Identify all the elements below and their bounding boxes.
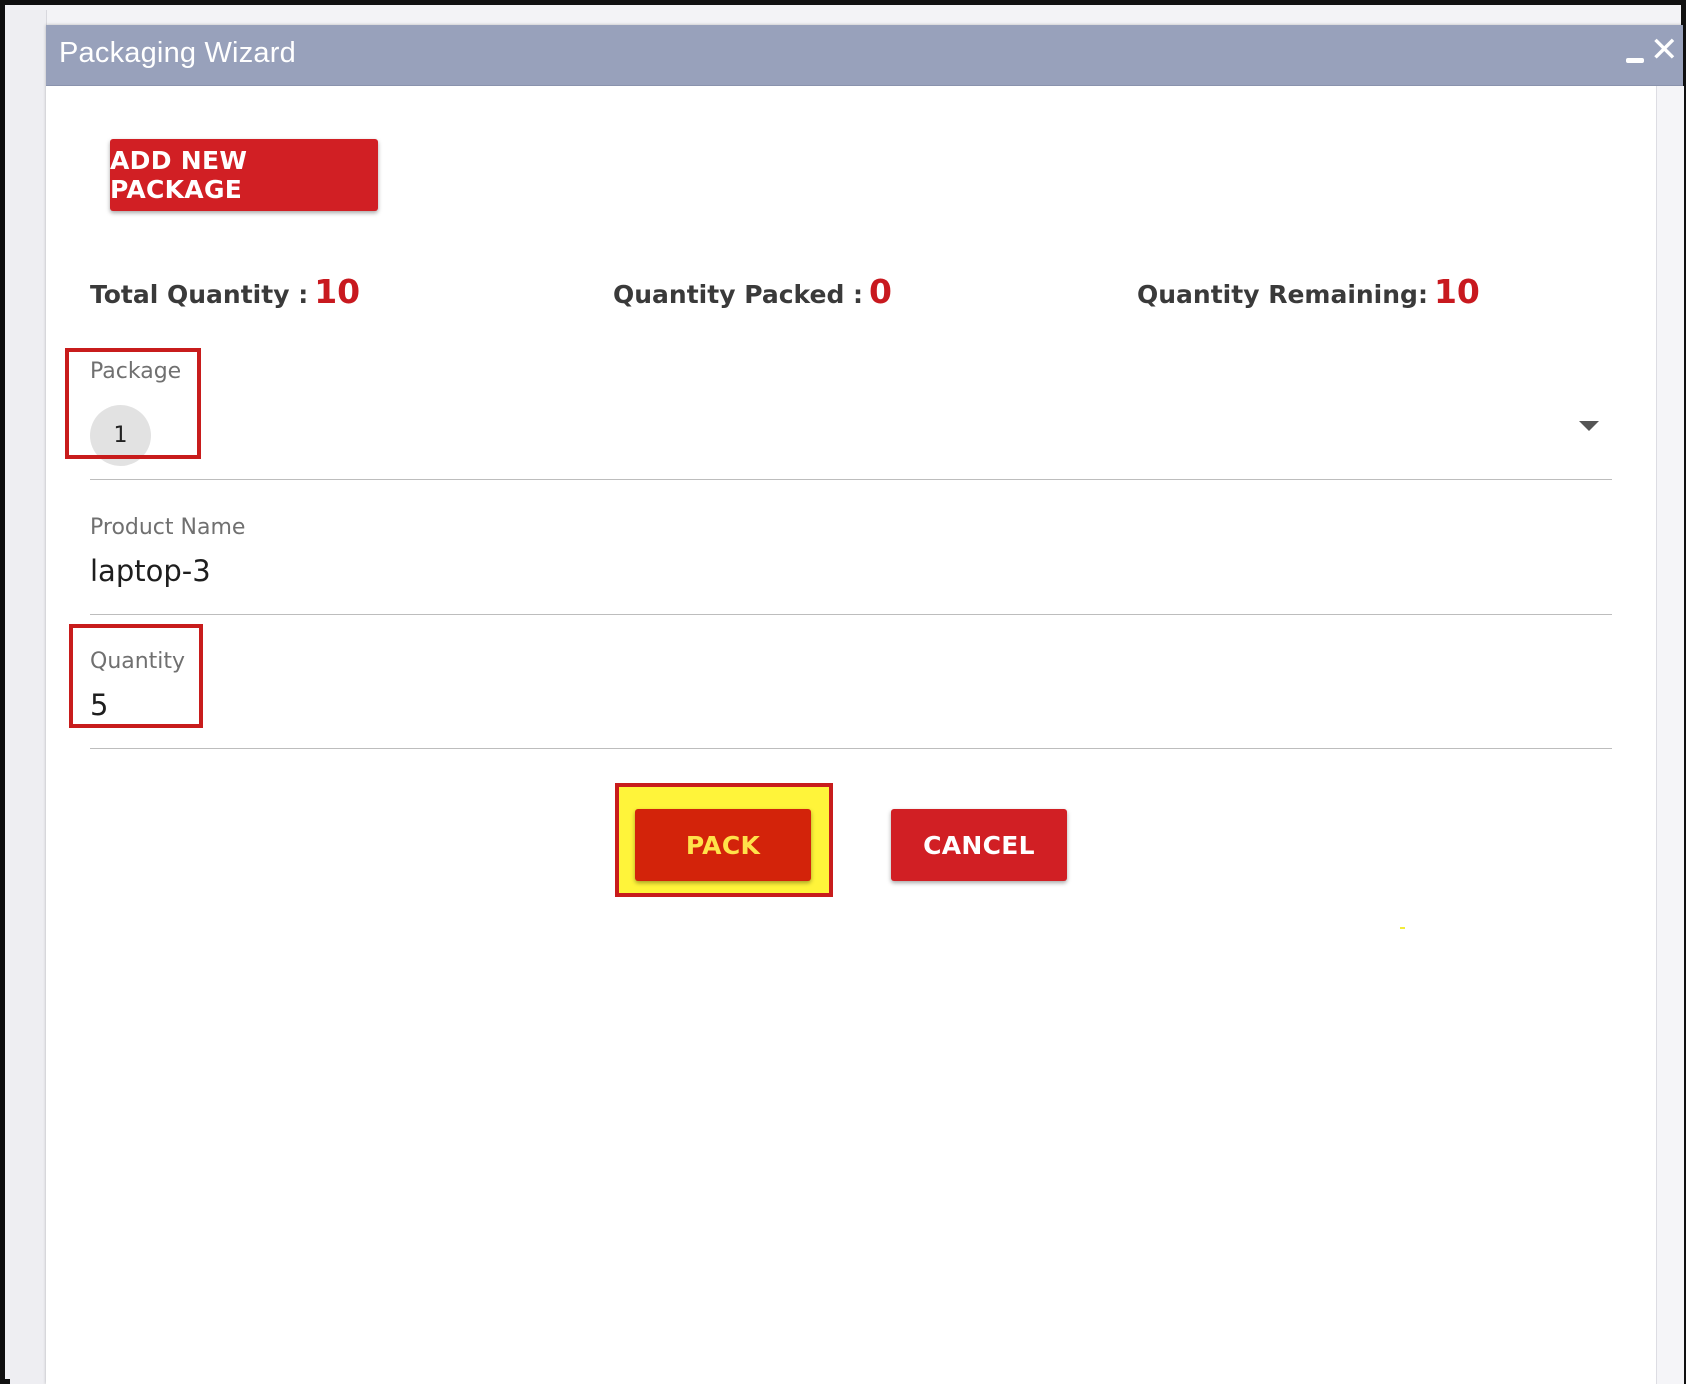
package-select[interactable]: Package 1 <box>90 345 1612 480</box>
quantity-packed-label: Quantity Packed : <box>613 280 864 309</box>
quantity-field[interactable]: Quantity 5 <box>90 629 1612 749</box>
chevron-down-icon[interactable] <box>1579 421 1599 431</box>
quantity-packed-value: 0 <box>869 272 893 311</box>
total-quantity-value: 10 <box>314 272 361 311</box>
quantity-remaining-stat: Quantity Remaining: 10 <box>1137 272 1480 311</box>
dialog-title: Packaging Wizard <box>59 37 296 69</box>
packaging-wizard-dialog: Packaging Wizard ✕ ADD NEW PACKAGE Total… <box>46 25 1684 1384</box>
product-name-value: laptop-3 <box>90 554 211 588</box>
add-new-package-button[interactable]: ADD NEW PACKAGE <box>110 139 378 211</box>
quantity-remaining-label: Quantity Remaining: <box>1137 280 1428 309</box>
product-name-label: Product Name <box>90 515 246 540</box>
annotation-mark <box>1400 927 1405 929</box>
pack-button[interactable]: PACK <box>635 809 811 881</box>
quantity-packed-stat: Quantity Packed :0 <box>613 272 892 311</box>
total-quantity-stat: Total Quantity :10 <box>90 272 360 311</box>
dialog-scrollbar-track[interactable] <box>1656 86 1684 1384</box>
close-icon[interactable]: ✕ <box>1650 33 1679 67</box>
close-glyph: ✕ <box>1650 30 1679 70</box>
cancel-button[interactable]: CANCEL <box>891 809 1067 881</box>
total-quantity-label: Total Quantity : <box>90 280 309 309</box>
background-window-strip <box>10 10 47 1384</box>
quantity-remaining-value: 10 <box>1433 272 1480 311</box>
package-annotation-box <box>65 348 201 459</box>
product-name-field[interactable]: Product Name laptop-3 <box>90 495 1612 615</box>
minimize-icon[interactable] <box>1620 39 1648 67</box>
quantity-annotation-box <box>69 624 203 728</box>
dialog-titlebar[interactable]: Packaging Wizard ✕ <box>46 25 1683 86</box>
screen-frame: Packaging Wizard ✕ ADD NEW PACKAGE Total… <box>0 0 1686 1384</box>
